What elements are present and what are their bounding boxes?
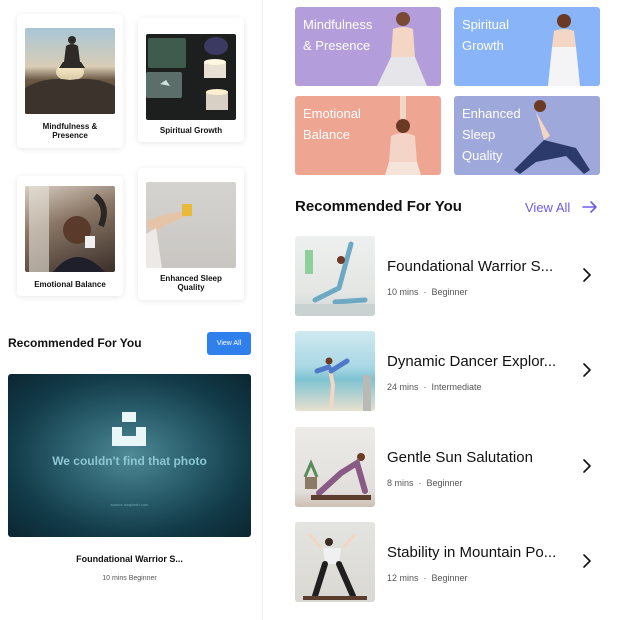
view-all-link[interactable]: View All	[525, 200, 570, 215]
session-name: Foundational Warrior S...	[387, 258, 554, 275]
tile-label: Emotional Balance	[303, 106, 361, 142]
category-card-emotional[interactable]: Emotional Balance	[17, 176, 123, 296]
recommended-title: Recommended For You	[295, 198, 462, 215]
session-row[interactable]: Foundational Warrior S... 10 mins · Beginn…	[295, 236, 600, 316]
session-name: Gentle Sun Salutation	[387, 449, 533, 466]
missing-photo-placeholder: We couldn't find that photo source.unspl…	[8, 374, 251, 537]
category-label: Mindfulness & Presence	[42, 122, 98, 140]
meta-separator: ·	[423, 382, 427, 392]
category-image-emotional	[25, 186, 115, 272]
session-level: Intermediate	[431, 382, 482, 392]
session-thumbnail	[295, 522, 375, 602]
left-recommended-title: Recommended For You	[8, 336, 142, 350]
category-image-mindfulness	[25, 28, 115, 114]
meta-separator: ·	[418, 478, 422, 488]
category-card-sleep[interactable]: Enhanced Sleep Quality	[138, 168, 244, 300]
category-label: Emotional Balance	[34, 280, 106, 289]
tile-figure	[514, 100, 590, 174]
unsplash-logo-icon	[112, 412, 146, 446]
session-meta: 10 mins · Beginner	[387, 287, 468, 297]
category-label: Spiritual Growth	[159, 126, 223, 135]
tile-label: Mindfulness & Presence	[303, 17, 373, 53]
category-label: Enhanced Sleep Quality	[160, 274, 222, 292]
session-row[interactable]: Stability in Mountain Po... 12 mins · Begi…	[295, 522, 600, 602]
category-card-mindfulness[interactable]: Mindfulness & Presence	[17, 14, 123, 148]
tile-figure	[385, 96, 421, 175]
session-meta: 24 mins · Intermediate	[387, 382, 482, 392]
session-duration: 12 mins	[387, 573, 419, 583]
session-row[interactable]: Dynamic Dancer Explor... 24 mins · Interme…	[295, 331, 600, 411]
session-thumbnail	[295, 427, 375, 507]
session-meta: 12 mins · Beginner	[387, 573, 468, 583]
arrow-right-icon[interactable]	[582, 200, 598, 214]
meta-separator: ·	[423, 573, 427, 583]
category-image-sleep	[146, 182, 236, 268]
tile-spiritual[interactable]: Spiritual Growth	[454, 7, 600, 86]
featured-session-meta: 10 mins Beginner	[102, 575, 157, 582]
panel-divider	[262, 0, 263, 620]
session-name: Dynamic Dancer Explor...	[387, 353, 557, 370]
chevron-right-icon[interactable]	[582, 362, 592, 378]
session-duration: 10 mins	[387, 287, 419, 297]
tile-figure	[548, 14, 580, 86]
session-level: Beginner	[426, 478, 463, 488]
chevron-right-icon[interactable]	[582, 458, 592, 474]
missing-photo-url: source.unsplash.com	[110, 502, 149, 507]
session-level: Beginner	[431, 287, 468, 297]
missing-photo-message: We couldn't find that photo	[52, 454, 207, 468]
session-level: Beginner	[431, 573, 468, 583]
tile-label: Spiritual Growth	[462, 17, 509, 53]
tile-sleep[interactable]: Enhanced Sleep Quality	[454, 96, 600, 175]
view-all-button[interactable]: View All	[207, 332, 251, 355]
tile-figure	[377, 12, 427, 86]
tile-emotional[interactable]: Emotional Balance	[295, 96, 441, 175]
session-thumbnail	[295, 331, 375, 411]
tile-mindfulness[interactable]: Mindfulness & Presence	[295, 7, 441, 86]
category-image-spiritual	[146, 34, 236, 120]
session-meta: 8 mins · Beginner	[387, 478, 463, 488]
category-card-spiritual[interactable]: Spiritual Growth	[138, 18, 244, 142]
left-panel: Mindfulness & Presence Spiritual Growth	[0, 0, 262, 620]
session-thumbnail	[295, 236, 375, 316]
meta-separator: ·	[423, 287, 427, 297]
chevron-right-icon[interactable]	[582, 553, 592, 569]
session-row[interactable]: Gentle Sun Salutation 8 mins · Beginner	[295, 427, 600, 507]
session-duration: 8 mins	[387, 478, 414, 488]
chevron-right-icon[interactable]	[582, 267, 592, 283]
session-name: Stability in Mountain Po...	[387, 544, 557, 561]
session-duration: 24 mins	[387, 382, 419, 392]
featured-session-name[interactable]: Foundational Warrior S...	[0, 554, 259, 564]
